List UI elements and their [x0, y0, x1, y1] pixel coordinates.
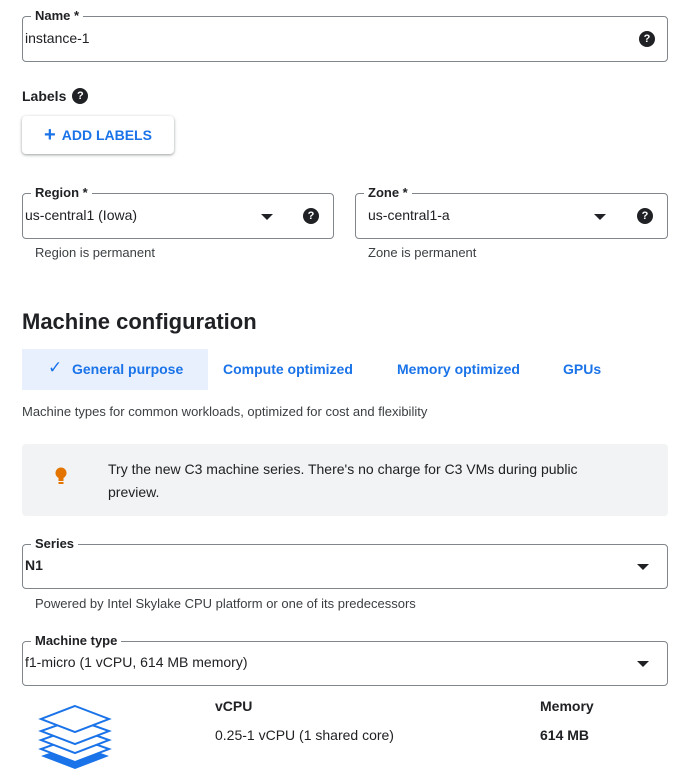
labels-title-text: Labels: [22, 88, 67, 104]
section-title: Machine configuration: [22, 309, 257, 334]
name-field-label: Name *: [31, 8, 84, 24]
region-hint: Region is permanent: [35, 245, 155, 260]
series-select[interactable]: Series N1: [22, 536, 668, 589]
machine-type-select[interactable]: Machine type f1-micro (1 vCPU, 614 MB me…: [22, 633, 668, 686]
machine-type-value: f1-micro (1 vCPU, 614 MB memory): [25, 654, 248, 670]
tab-gpus[interactable]: GPUs: [563, 361, 601, 377]
name-field[interactable]: Name * instance-1 ?: [22, 8, 668, 62]
series-label: Series: [31, 536, 79, 552]
memory-value: 614 MB: [540, 727, 590, 743]
chevron-down-icon[interactable]: [261, 214, 273, 220]
region-value: us-central1 (Iowa): [25, 207, 138, 223]
layers-icon: [38, 704, 112, 769]
machine-type-label: Machine type: [31, 633, 122, 649]
help-icon[interactable]: ?: [72, 88, 89, 104]
zone-select[interactable]: Zone * us-central1-a ?: [355, 185, 668, 239]
add-labels-button[interactable]: + ADD LABELS: [22, 116, 174, 154]
vcpu-header: vCPU: [215, 698, 253, 714]
tab-general-purpose[interactable]: ✓ General purpose: [22, 349, 208, 390]
series-value: N1: [25, 557, 43, 573]
help-icon[interactable]: ?: [303, 208, 319, 224]
chevron-down-icon[interactable]: [594, 214, 606, 220]
chevron-down-icon[interactable]: [637, 564, 649, 570]
plus-icon: +: [44, 124, 56, 146]
banner-text: Try the new C3 machine series. There's n…: [108, 461, 578, 500]
chevron-down-icon[interactable]: [637, 661, 649, 667]
tab-memory-optimized[interactable]: Memory optimized: [397, 361, 520, 377]
labels-title: Labels ?: [22, 88, 89, 104]
zone-hint: Zone is permanent: [368, 245, 477, 260]
region-label: Region *: [31, 185, 92, 201]
c3-banner: Try the new C3 machine series. There's n…: [22, 444, 668, 516]
check-icon: ✓: [48, 358, 63, 377]
memory-header: Memory: [540, 698, 594, 714]
lightbulb-icon: [55, 467, 67, 484]
zone-label: Zone *: [364, 185, 412, 201]
series-hint: Powered by Intel Skylake CPU platform or…: [35, 596, 416, 611]
name-field-value: instance-1: [25, 30, 90, 46]
tab-label: General purpose: [72, 361, 184, 377]
tab-description: Machine types for common workloads, opti…: [22, 404, 428, 419]
vcpu-value: 0.25-1 vCPU (1 shared core): [215, 727, 394, 743]
help-icon[interactable]: ?: [637, 208, 653, 224]
tab-compute-optimized[interactable]: Compute optimized: [223, 361, 353, 377]
region-select[interactable]: Region * us-central1 (Iowa) ?: [22, 185, 334, 239]
help-icon[interactable]: ?: [639, 31, 655, 47]
add-labels-label: ADD LABELS: [61, 127, 152, 143]
zone-value: us-central1-a: [368, 207, 450, 223]
